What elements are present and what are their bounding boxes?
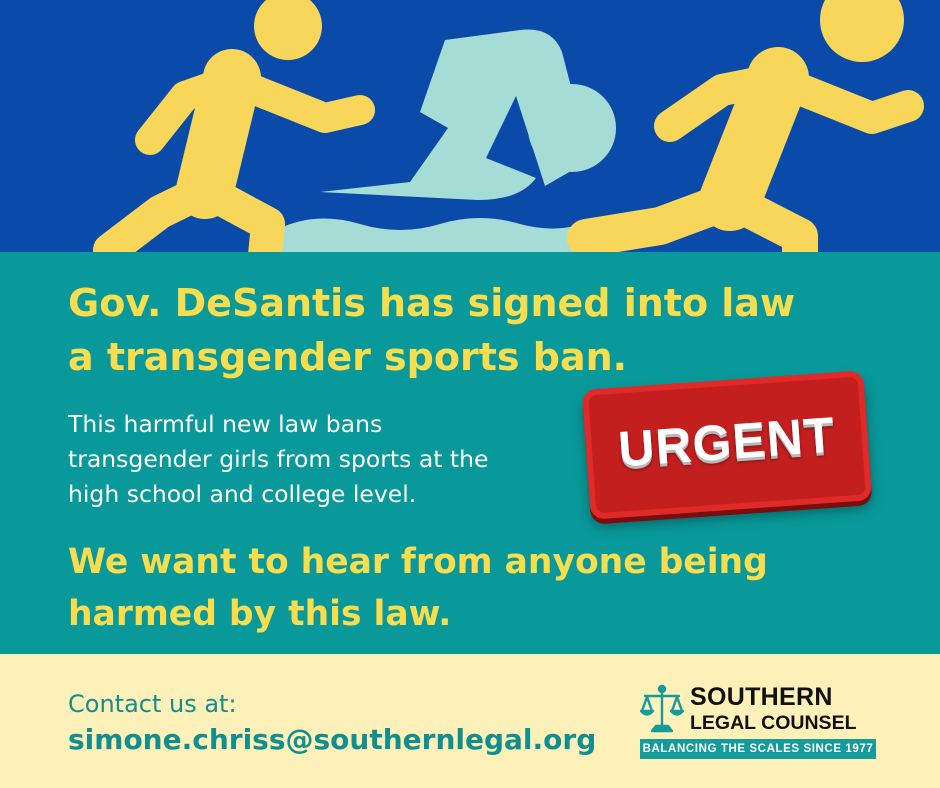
description-line-1: This harmful new law bans	[68, 410, 383, 438]
logo-name-line-2: LEGAL COUNSEL	[690, 712, 857, 734]
call-to-action: We want to hear from anyone being harmed…	[68, 536, 888, 640]
urgent-stamp: URGENT	[581, 370, 873, 520]
headline: Gov. DeSantis has signed into law a tran…	[68, 276, 868, 384]
runner-left-icon	[93, 0, 375, 252]
logo-tagline: BALANCING THE SCALES SINCE 1977	[640, 739, 876, 759]
scales-icon	[640, 684, 684, 733]
urgent-badge: URGENT	[581, 370, 873, 520]
headline-line-1: Gov. DeSantis has signed into law	[68, 281, 796, 325]
headline-line-2: a transgender sports ban.	[68, 335, 628, 379]
swimmer-icon	[270, 29, 616, 252]
logo-name-line-1: SOUTHERN	[690, 683, 833, 711]
description-line-2: transgender girls from sports at the	[68, 445, 489, 473]
runner-right-icon	[567, 0, 924, 252]
description-line-3: high school and college level.	[68, 480, 417, 508]
organization-logo: SOUTHERN LEGAL COUNSEL BALANCING THE SCA…	[640, 683, 876, 759]
sports-banner	[0, 0, 940, 252]
contact-label: Contact us at:	[68, 690, 237, 718]
law-description: This harmful new law bans transgender gi…	[68, 407, 588, 512]
call-to-action-line-1: We want to hear from anyone being	[68, 542, 768, 582]
call-to-action-line-2: harmed by this law.	[68, 594, 452, 634]
contact-email-link[interactable]: simone.chriss@southernlegal.org	[68, 720, 596, 760]
sports-illustration	[93, 0, 924, 252]
urgent-text: URGENT	[616, 406, 838, 478]
